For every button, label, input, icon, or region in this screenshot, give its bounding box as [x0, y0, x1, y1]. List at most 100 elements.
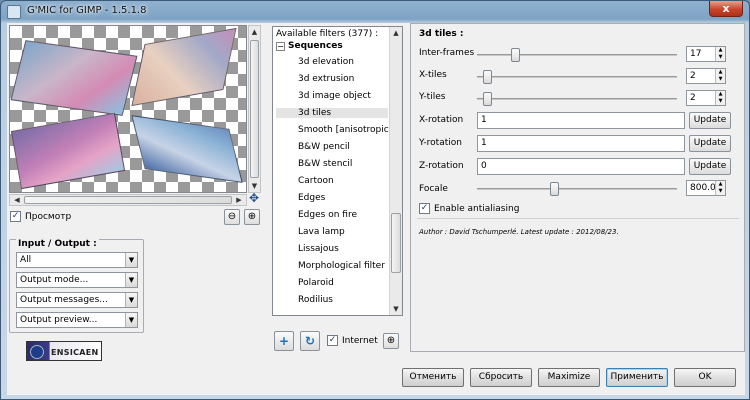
focale-slider[interactable]: [477, 182, 677, 196]
category-sequences[interactable]: − Sequences: [276, 41, 343, 51]
input-layers-combo[interactable]: All ▼: [16, 252, 138, 268]
filters-count-header: Available filters (377) :: [276, 29, 379, 39]
slider-handle[interactable]: [483, 70, 492, 84]
reset-button[interactable]: Сбросить: [470, 368, 532, 387]
x-tiles-slider[interactable]: [477, 70, 677, 84]
filter-item[interactable]: Morphological filter: [298, 261, 385, 271]
slider-handle[interactable]: [483, 92, 492, 106]
dialog-client: ▲ ▼ ◀ ▶ ✓ Просмотр ⊖ ⊕ ✥ Input / Output …: [7, 23, 745, 395]
preview-tile: [131, 27, 237, 107]
scroll-down-arrow[interactable]: ▼: [390, 303, 402, 315]
filter-item[interactable]: Edges on fire: [298, 210, 357, 220]
y-tiles-spinbox[interactable]: 2 ▲ ▼: [686, 90, 726, 106]
app-icon: [7, 5, 21, 19]
filter-item[interactable]: Cartoon: [298, 176, 334, 186]
preview-checkbox-label: Просмотр: [25, 211, 72, 222]
filter-item[interactable]: Lissajous: [298, 244, 339, 254]
spin-arrows-icon[interactable]: ▲ ▼: [715, 91, 725, 105]
move-icon[interactable]: ✥: [249, 191, 259, 205]
inter-frames-spinbox[interactable]: 17 ▲ ▼: [686, 46, 726, 62]
z-rotation-label: Z-rotation: [419, 161, 464, 171]
zoom-icon[interactable]: ⊕: [383, 333, 399, 349]
antialiasing-label: Enable antialiasing: [434, 203, 520, 214]
spin-arrows-icon[interactable]: ▲ ▼: [715, 181, 725, 195]
chevron-down-icon: ▼: [125, 273, 137, 287]
window-title: G'MIC for GIMP - 1.5.1.8: [27, 5, 147, 16]
scroll-thumb[interactable]: [24, 196, 232, 204]
scroll-up-arrow[interactable]: ▲: [390, 27, 402, 39]
z-rotation-input[interactable]: 0: [477, 158, 685, 175]
ok-button[interactable]: OK: [674, 368, 736, 387]
x-tiles-spinbox[interactable]: 2 ▲ ▼: [686, 68, 726, 84]
title-bar[interactable]: G'MIC for GIMP - 1.5.1.8 x: [1, 1, 749, 23]
maximize-button[interactable]: Maximize: [538, 368, 600, 387]
preview-canvas[interactable]: [9, 25, 247, 193]
slider-handle[interactable]: [511, 48, 520, 62]
input-output-group: Input / Output : All ▼ Output mode... ▼ Ou…: [9, 239, 144, 333]
antialiasing-toggle[interactable]: ✓ Enable antialiasing: [419, 203, 519, 214]
x-rotation-input[interactable]: 1: [477, 112, 685, 129]
scroll-thumb[interactable]: [250, 40, 259, 178]
focale-label: Focale: [419, 184, 448, 194]
filter-item[interactable]: B&W pencil: [298, 142, 350, 152]
preview-tile: [10, 112, 126, 190]
x-tiles-label: X-tiles: [419, 70, 447, 80]
output-preview-combo[interactable]: Output preview... ▼: [16, 312, 138, 328]
chevron-down-icon: ▼: [125, 253, 137, 267]
zoom-out-icon[interactable]: ⊖: [224, 209, 240, 225]
scroll-thumb[interactable]: [391, 213, 401, 273]
internet-toggle[interactable]: ✓ Internet: [327, 335, 378, 346]
filter-tree-scrollbar[interactable]: ▲ ▼: [389, 27, 402, 315]
antialiasing-checkbox[interactable]: ✓: [419, 203, 430, 214]
ensicaen-logo-text: ENSICAEN: [51, 348, 99, 357]
y-rotation-label: Y-rotation: [419, 138, 462, 148]
collapse-icon[interactable]: −: [276, 41, 285, 51]
gmic-window: G'MIC for GIMP - 1.5.1.8 x ▲ ▼ ◀ ▶ ✓ Про…: [0, 0, 750, 400]
spin-arrows-icon[interactable]: ▲ ▼: [715, 69, 725, 83]
y-tiles-slider[interactable]: [477, 92, 677, 106]
filter-item[interactable]: Lava lamp: [298, 227, 345, 237]
internet-label: Internet: [342, 335, 378, 346]
spin-arrows-icon[interactable]: ▲ ▼: [715, 47, 725, 61]
apply-button[interactable]: Применить: [606, 368, 668, 387]
filter-title: 3d tiles :: [419, 29, 464, 39]
cancel-button[interactable]: Отменить: [402, 368, 464, 387]
filter-item-selected[interactable]: 3d tiles: [276, 108, 388, 118]
filter-item[interactable]: Smooth [anisotropic]: [298, 125, 392, 135]
preview-toggle[interactable]: ✓ Просмотр: [10, 211, 71, 222]
output-mode-combo[interactable]: Output mode... ▼: [16, 272, 138, 288]
separator: [417, 218, 739, 219]
close-button[interactable]: x: [709, 1, 743, 17]
scroll-left-arrow[interactable]: ◀: [10, 194, 24, 206]
preview-tile: [10, 40, 138, 116]
add-favorite-icon[interactable]: +: [274, 331, 294, 351]
filter-item[interactable]: 3d extrusion: [298, 74, 354, 84]
inter-frames-label: Inter-frames: [419, 48, 475, 58]
filter-item[interactable]: B&W stencil: [298, 159, 352, 169]
inter-frames-slider[interactable]: [477, 48, 677, 62]
z-rotation-update-button[interactable]: Update: [689, 158, 731, 175]
filter-item[interactable]: 3d elevation: [298, 57, 354, 67]
preview-scrollbar-horizontal[interactable]: ◀ ▶: [9, 194, 247, 206]
x-rotation-label: X-rotation: [419, 115, 464, 125]
scroll-right-arrow[interactable]: ▶: [232, 194, 246, 206]
scroll-up-arrow[interactable]: ▲: [249, 26, 260, 38]
output-messages-combo[interactable]: Output messages... ▼: [16, 292, 138, 308]
filter-item[interactable]: Rodilius: [298, 295, 333, 305]
chevron-down-icon: ▼: [125, 293, 137, 307]
x-rotation-update-button[interactable]: Update: [689, 112, 731, 129]
preview-checkbox[interactable]: ✓: [10, 211, 21, 222]
preview-scrollbar-vertical[interactable]: ▲ ▼: [248, 25, 261, 193]
y-rotation-input[interactable]: 1: [477, 135, 685, 152]
y-tiles-label: Y-tiles: [419, 92, 446, 102]
filter-item[interactable]: Polaroid: [298, 278, 334, 288]
internet-checkbox[interactable]: ✓: [327, 335, 338, 346]
filter-item[interactable]: Edges: [298, 193, 325, 203]
focale-spinbox[interactable]: 800.00 ▲ ▼: [686, 180, 726, 196]
filter-tree[interactable]: Available filters (377) : − Sequences 3d…: [272, 26, 403, 316]
zoom-in-icon[interactable]: ⊕: [244, 209, 260, 225]
slider-handle[interactable]: [550, 182, 559, 196]
y-rotation-update-button[interactable]: Update: [689, 135, 731, 152]
refresh-icon[interactable]: ↻: [300, 331, 320, 351]
filter-item[interactable]: 3d image object: [298, 91, 371, 101]
